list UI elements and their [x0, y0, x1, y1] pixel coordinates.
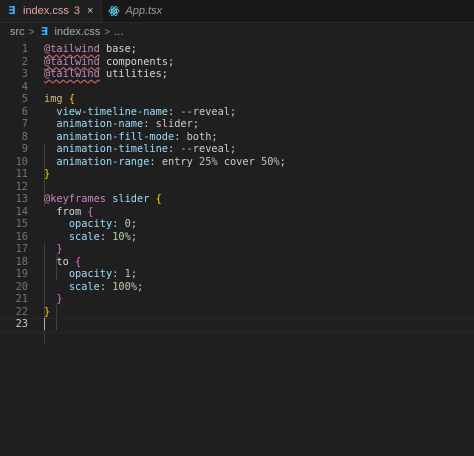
- code-line: 8 animation-fill-mode: both;: [21, 130, 218, 143]
- tab-index-css[interactable]: ∃ index.css 3 ×: [0, 0, 103, 22]
- chevron-right-icon: >: [104, 26, 111, 38]
- css-file-icon: ∃: [8, 4, 16, 17]
- code-line: 9 animation-timeline: --reveal;: [21, 143, 237, 155]
- tab-label: App.tsx: [125, 5, 163, 17]
- breadcrumb-symbol[interactable]: ...: [114, 26, 123, 38]
- code-line: 6 view-timeline-name: --reveal;: [21, 105, 237, 118]
- code-line: 22}: [15, 305, 51, 318]
- code-editor[interactable]: 1 @tailwind base; 2 @tailwind components; …: [0, 43, 474, 343]
- breadcrumb-folder[interactable]: src: [10, 26, 25, 38]
- tab-bar: ∃ index.css 3 × App.tsx: [0, 0, 474, 23]
- code-line: 13 @keyframes slider {: [15, 193, 162, 205]
- code-line: 10 animation-range: entry 25% cover 50%;: [15, 155, 286, 168]
- chevron-right-icon: >: [28, 26, 35, 38]
- code-line: 3 @tailwind utilities;: [21, 68, 168, 80]
- code-line: 16 scale: 10%;: [15, 230, 138, 243]
- code-line: 2 @tailwind components;: [21, 55, 175, 68]
- code-line: 12: [15, 180, 28, 193]
- breadcrumb-file[interactable]: index.css: [55, 26, 101, 38]
- breadcrumb: src > ∃ index.css > ...: [0, 23, 474, 41]
- code-line: 5 img {: [21, 93, 76, 105]
- tab-app-tsx[interactable]: App.tsx: [102, 0, 170, 22]
- code-line: 14 from {: [15, 205, 94, 218]
- code-line: 21 }: [15, 293, 63, 305]
- code-line: 4: [21, 80, 28, 93]
- code-line: 1 @tailwind base;: [21, 43, 137, 55]
- code-line: 23: [0, 318, 474, 331]
- code-line: 11}: [15, 168, 51, 180]
- close-tab-icon[interactable]: ×: [87, 5, 93, 17]
- code-line: 19 opacity: 1;: [15, 268, 138, 280]
- css-file-icon: ∃: [40, 25, 49, 38]
- code-line: 15 opacity: 0;: [15, 218, 138, 230]
- code-line: 18 to {: [15, 255, 82, 268]
- code-line: 7 animation-name: slider;: [21, 118, 200, 130]
- code-line: 17 }: [15, 243, 63, 255]
- text-cursor: [44, 318, 45, 330]
- code-line: 20 scale: 100%;: [15, 280, 144, 293]
- tab-label: index.css: [23, 5, 69, 17]
- problems-badge: 3: [73, 5, 80, 17]
- react-file-icon: [109, 6, 120, 16]
